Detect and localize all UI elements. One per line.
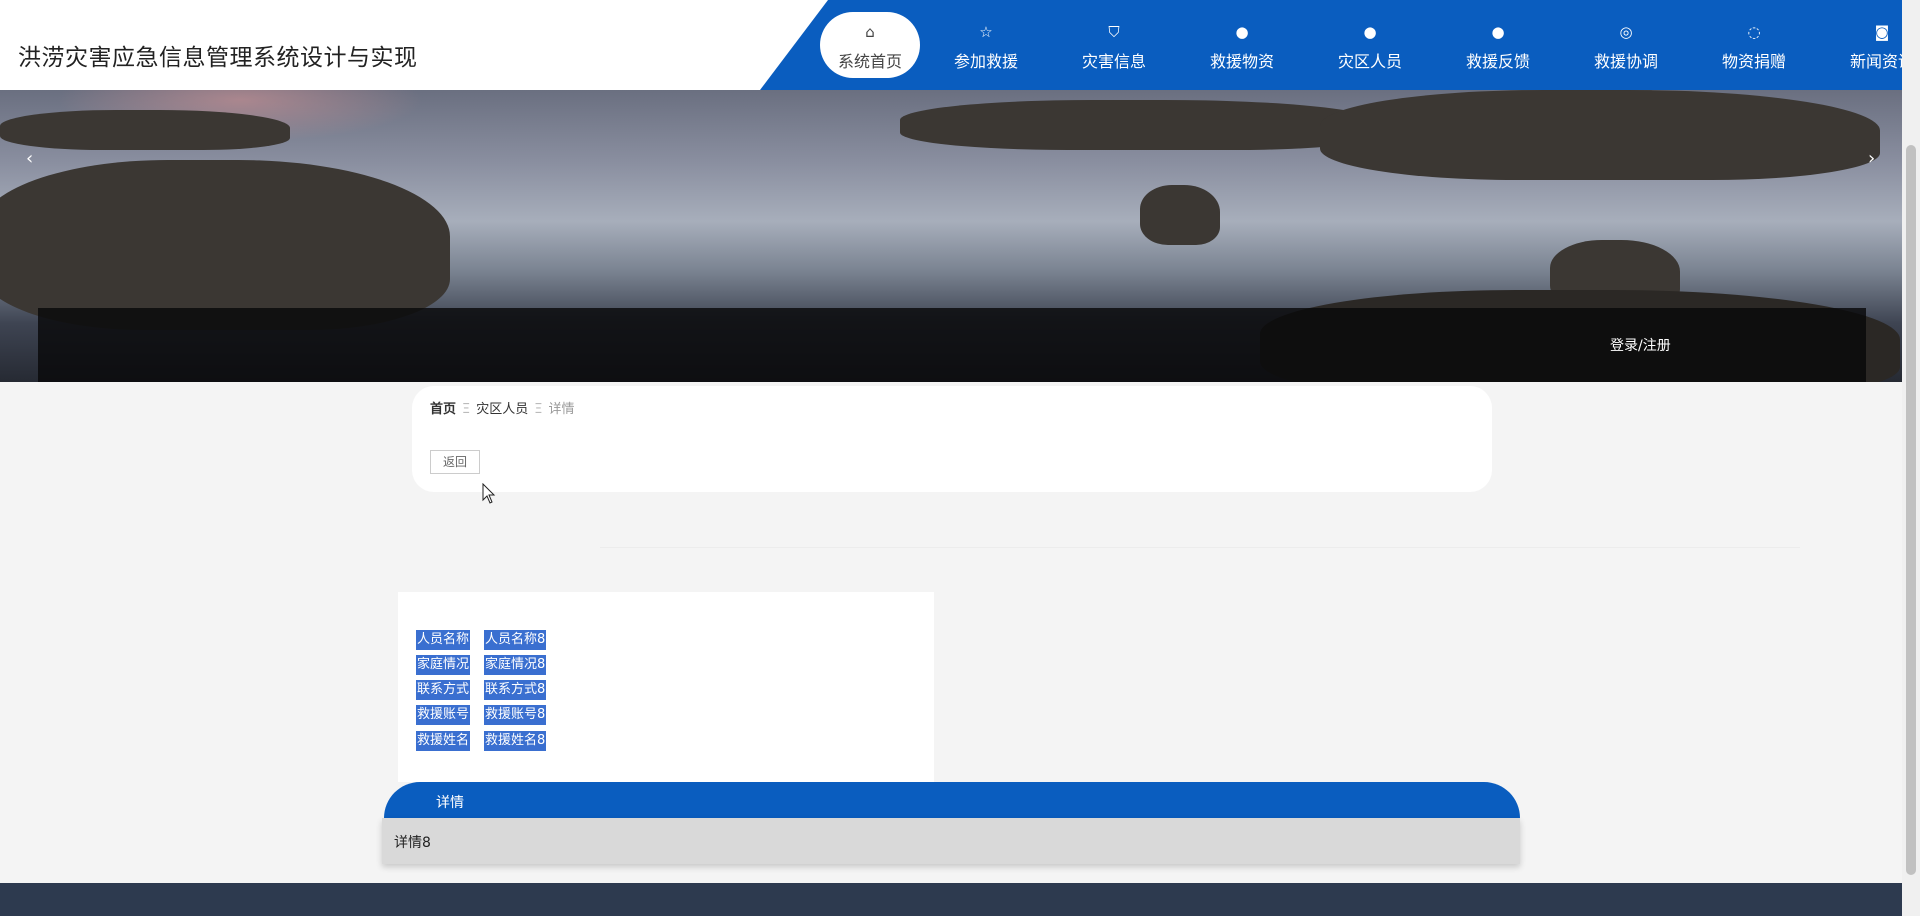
banner-rock [1140, 185, 1220, 245]
nav-label: 灾害信息 [1081, 52, 1146, 71]
main-nav: ⌂ 系统首页 ☆ 参加救援 ⛉ 灾害信息 ● 救援物资 ● 灾区人员 ● 救援反… [760, 0, 1902, 90]
nav-label: 系统首页 [837, 52, 902, 71]
camera-icon: ◙ [1874, 23, 1890, 41]
carousel-prev-button[interactable]: ‹ [26, 148, 33, 169]
star-icon: ☆ [979, 23, 993, 41]
info-icon: ● [1491, 23, 1505, 41]
info-value: 联系方式8 [484, 680, 546, 700]
nav-label: 灾区人员 [1337, 52, 1402, 71]
site-title: 洪涝灾害应急信息管理系统设计与实现 [18, 45, 418, 71]
banner-rock [1320, 90, 1880, 180]
info-key: 救援姓名 [416, 731, 470, 751]
breadcrumb-card: 首页 Ξ 灾区人员 Ξ 详情 返回 [412, 386, 1492, 492]
breadcrumb-separator: Ξ [462, 402, 471, 417]
detail-text: 详情8 [394, 835, 431, 851]
info-value: 救援账号8 [484, 705, 546, 725]
nav-item-disaster-info[interactable]: ⛉ 灾害信息 [1050, 0, 1178, 90]
info-value: 救援姓名8 [484, 731, 546, 751]
footer [0, 883, 1902, 916]
nav-item-join-rescue[interactable]: ☆ 参加救援 [922, 0, 1050, 90]
carousel-next-button[interactable]: › [1868, 148, 1875, 169]
nav-item-disaster-people[interactable]: ● 灾区人员 [1306, 0, 1434, 90]
banner-carousel: ‹ › 登录/注册 [0, 90, 1902, 382]
breadcrumb-separator: Ξ [534, 402, 543, 417]
detail-tab[interactable]: 详情 [384, 782, 1520, 818]
banner-rock [0, 110, 290, 150]
nav-item-donation[interactable]: ◌ 物资捐赠 [1690, 0, 1818, 90]
home-icon: ⌂ [865, 23, 875, 41]
nav-label: 物资捐赠 [1721, 52, 1786, 71]
nav-label: 救援物资 [1209, 52, 1274, 71]
banner-rock [900, 100, 1380, 150]
nav-item-rescue-feedback[interactable]: ● 救援反馈 [1434, 0, 1562, 90]
banner-rock [0, 160, 450, 330]
breadcrumb-section[interactable]: 灾区人员 [476, 402, 528, 417]
info-value: 家庭情况8 [484, 655, 546, 675]
breadcrumb-home[interactable]: 首页 [430, 402, 456, 417]
header: 洪涝灾害应急信息管理系统设计与实现 ⌂ 系统首页 ☆ 参加救援 ⛉ 灾害信息 ●… [0, 0, 1902, 90]
nav-label: 参加救援 [953, 52, 1018, 71]
back-button[interactable]: 返回 [430, 450, 480, 474]
scrollbar-thumb[interactable] [1906, 145, 1916, 875]
info-key: 联系方式 [416, 680, 470, 700]
page-scrollbar[interactable] [1902, 0, 1920, 916]
login-register-link[interactable]: 登录/注册 [1610, 335, 1671, 355]
breadcrumb: 首页 Ξ 灾区人员 Ξ 详情 [430, 398, 574, 417]
divider [600, 547, 1800, 548]
bag-icon: ⛉ [1108, 23, 1120, 41]
info-key: 人员名称 [416, 630, 470, 650]
info-key: 救援账号 [416, 705, 470, 725]
mouse-cursor-icon [482, 483, 496, 504]
nav-item-news[interactable]: ◙ 新闻资讯 [1818, 0, 1902, 90]
detail-content: 详情8 [382, 818, 1520, 864]
breadcrumb-current: 详情 [548, 402, 575, 417]
nav-label: 救援反馈 [1465, 52, 1530, 71]
nav-item-rescue-supplies[interactable]: ● 救援物资 [1178, 0, 1306, 90]
detail-tab-label: 详情 [436, 795, 464, 811]
person-info-card: 人员名称 人员名称8 家庭情况 家庭情况8 联系方式 联系方式8 救援账号 救援… [398, 592, 934, 782]
alert-icon: ● [1235, 23, 1249, 41]
nav-item-rescue-coordination[interactable]: ◎ 救援协调 [1562, 0, 1690, 90]
question-icon: ● [1363, 23, 1377, 41]
nav-label: 新闻资讯 [1849, 52, 1902, 71]
target-icon: ◎ [1619, 23, 1633, 41]
info-value: 人员名称8 [484, 630, 546, 650]
chart-icon: ◌ [1747, 23, 1761, 41]
info-key: 家庭情况 [416, 655, 470, 675]
banner-overlay [38, 308, 1866, 382]
nav-label: 救援协调 [1593, 52, 1658, 71]
